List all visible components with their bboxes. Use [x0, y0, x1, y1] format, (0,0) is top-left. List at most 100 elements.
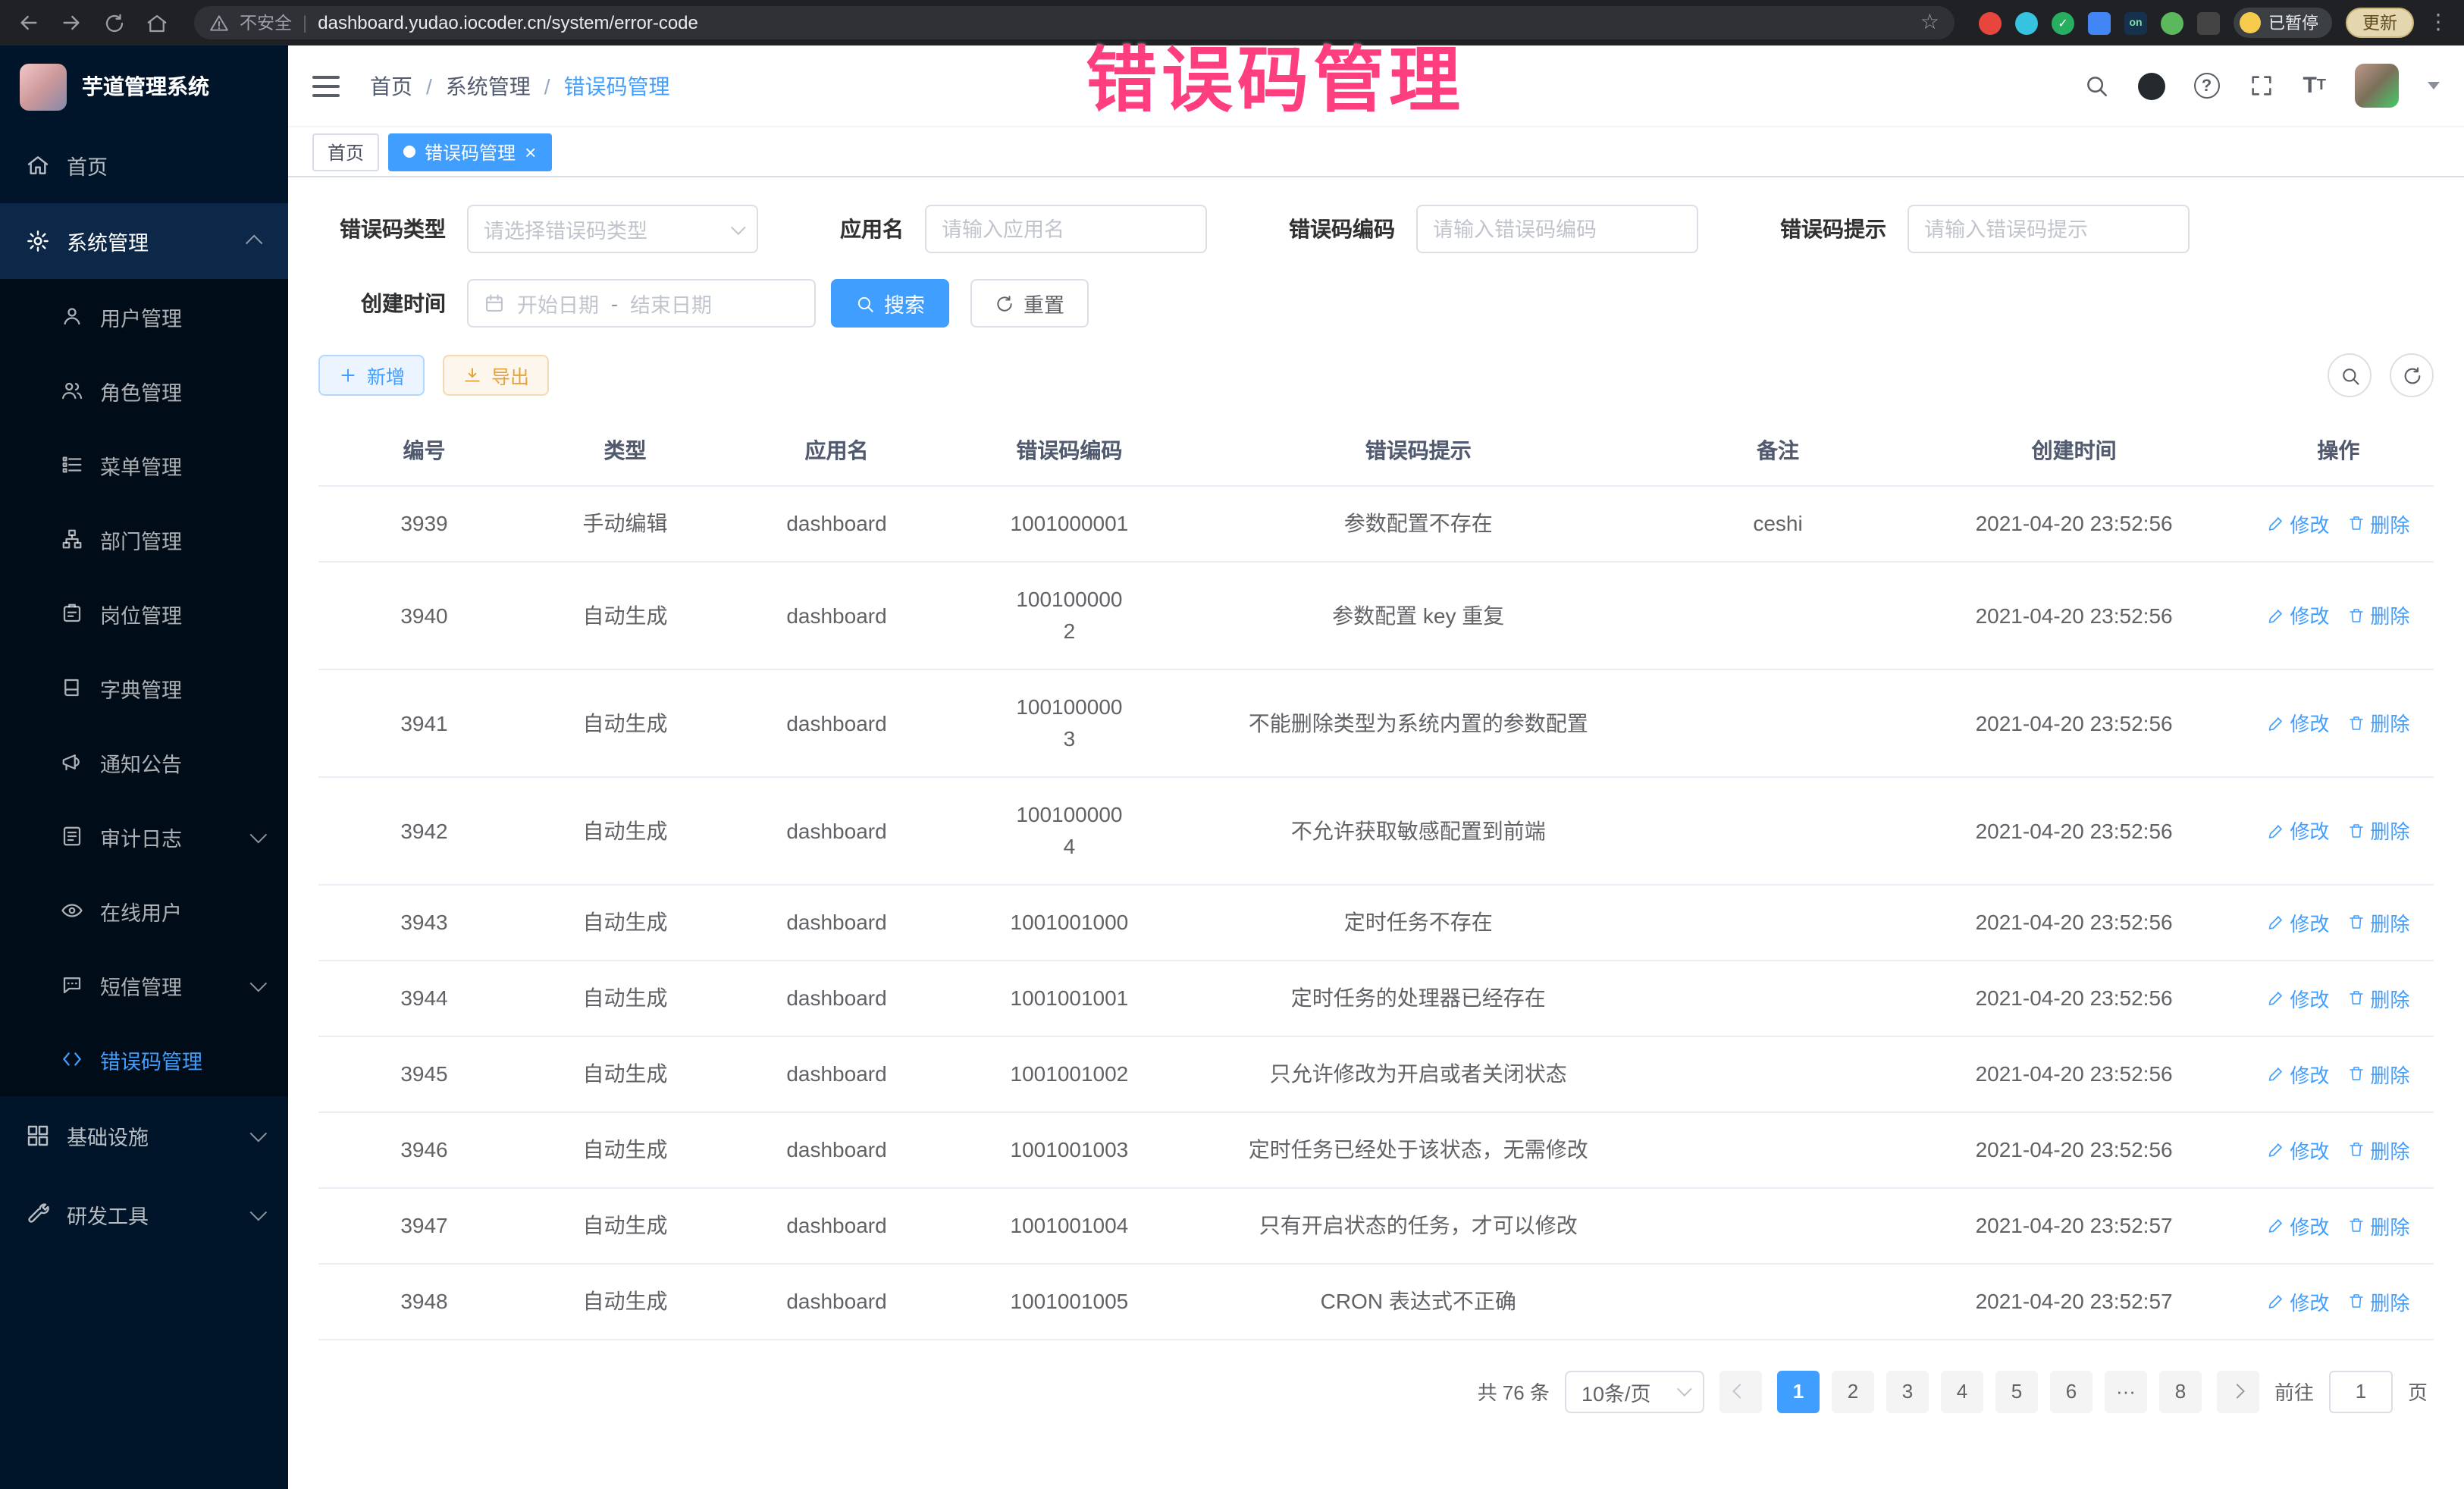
page-button[interactable]: 1: [1777, 1370, 1820, 1412]
delete-button[interactable]: 删除: [2347, 908, 2409, 936]
bookmark-star-icon[interactable]: [1920, 9, 1939, 36]
edit-button[interactable]: 修改: [2267, 509, 2329, 538]
edit-button[interactable]: 修改: [2267, 908, 2329, 936]
sidebar-item-home[interactable]: 首页: [0, 127, 288, 203]
delete-button[interactable]: 删除: [2347, 600, 2409, 629]
edit-button[interactable]: 修改: [2267, 1287, 2329, 1315]
page-button[interactable]: 4: [1941, 1370, 1983, 1412]
sidebar-item-menus[interactable]: 菜单管理: [0, 428, 288, 502]
column-header: 应用名: [720, 415, 953, 485]
sidebar-item-dictionaries[interactable]: 字典管理: [0, 650, 288, 725]
menu-list-icon: [61, 453, 83, 476]
error-hint-input[interactable]: [1924, 218, 2173, 240]
cell-remark: [1651, 1187, 1905, 1263]
page-button[interactable]: 8: [2159, 1370, 2202, 1412]
home-icon[interactable]: [143, 9, 170, 36]
delete-button[interactable]: 删除: [2347, 816, 2409, 845]
collapse-sidebar-icon[interactable]: [312, 75, 340, 96]
sidebar-item-infrastructure[interactable]: 基础设施: [0, 1096, 288, 1175]
edit-button[interactable]: 修改: [2267, 708, 2329, 737]
extension-icon-teal[interactable]: [2015, 11, 2038, 34]
delete-button[interactable]: 删除: [2347, 708, 2409, 737]
refresh-table-button[interactable]: [2390, 353, 2434, 397]
add-button[interactable]: 新增: [318, 355, 425, 396]
edit-button[interactable]: 修改: [2267, 1135, 2329, 1164]
edit-button[interactable]: 修改: [2267, 600, 2329, 629]
page-ellipsis[interactable]: ···: [2105, 1370, 2147, 1412]
end-date-placeholder[interactable]: 结束日期: [630, 288, 712, 318]
browser-update-button[interactable]: 更新: [2346, 8, 2414, 38]
page-size-select[interactable]: 10条/页: [1565, 1370, 1704, 1412]
chevron-down-icon: [250, 826, 268, 843]
edit-button[interactable]: 修改: [2267, 1211, 2329, 1240]
security-label[interactable]: 不安全: [240, 11, 292, 35]
table-row: 3945 自动生成 dashboard 1001001002 只允许修改为开启或…: [318, 1036, 2434, 1111]
sidebar-item-users[interactable]: 用户管理: [0, 279, 288, 353]
refresh-icon: [995, 293, 1014, 313]
export-button[interactable]: 导出: [443, 355, 549, 396]
sidebar-item-departments[interactable]: 部门管理: [0, 502, 288, 576]
delete-button[interactable]: 删除: [2347, 509, 2409, 538]
user-avatar[interactable]: [2355, 64, 2399, 108]
error-code-input[interactable]: [1433, 218, 1682, 240]
tab-error-codes[interactable]: 错误码管理: [388, 133, 551, 171]
reset-button[interactable]: 重置: [970, 279, 1089, 328]
edit-button[interactable]: 修改: [2267, 816, 2329, 845]
date-range-picker[interactable]: 开始日期 - 结束日期: [467, 279, 816, 328]
edit-button[interactable]: 修改: [2267, 1059, 2329, 1088]
back-icon[interactable]: [15, 9, 42, 36]
sidebar-item-error-codes[interactable]: 错误码管理: [0, 1022, 288, 1096]
prev-page-button[interactable]: [1719, 1370, 1762, 1412]
help-icon[interactable]: [2193, 73, 2219, 99]
sidebar-item-audit-log[interactable]: 审计日志: [0, 799, 288, 873]
table-row: 3944 自动生成 dashboard 1001001001 定时任务的处理器已…: [318, 960, 2434, 1036]
search-icon[interactable]: [2083, 73, 2108, 99]
github-icon[interactable]: [2137, 72, 2165, 99]
breadcrumb-system[interactable]: 系统管理: [446, 71, 531, 101]
delete-button[interactable]: 删除: [2347, 1059, 2409, 1088]
delete-button[interactable]: 删除: [2347, 1287, 2409, 1315]
extension-icon-red[interactable]: [1979, 11, 2002, 34]
toggle-search-button[interactable]: [2328, 353, 2372, 397]
next-page-button[interactable]: [2217, 1370, 2259, 1412]
goto-page-input[interactable]: [2329, 1370, 2393, 1412]
fullscreen-icon[interactable]: [2248, 73, 2274, 99]
error-type-select[interactable]: 请选择错误码类型: [467, 205, 758, 253]
sidebar-item-notices[interactable]: 通知公告: [0, 725, 288, 799]
sidebar-item-roles[interactable]: 角色管理: [0, 353, 288, 428]
extension-icon-on-badge[interactable]: on: [2124, 11, 2147, 34]
search-button[interactable]: 搜索: [831, 279, 949, 328]
extensions-puzzle-icon[interactable]: [2197, 11, 2220, 34]
start-date-placeholder[interactable]: 开始日期: [517, 288, 599, 318]
extension-icon-blue-grid[interactable]: [2088, 11, 2111, 34]
font-size-icon[interactable]: [2303, 73, 2326, 99]
profile-paused-badge[interactable]: 已暂停: [2234, 8, 2332, 38]
avatar-caret-icon[interactable]: [2428, 82, 2440, 89]
extension-icon-leaf[interactable]: [2161, 11, 2183, 34]
page-button[interactable]: 2: [1832, 1370, 1874, 1412]
sidebar-item-system[interactable]: 系统管理: [0, 203, 288, 279]
url-text[interactable]: dashboard.yudao.iocoder.cn/system/error-…: [318, 12, 1910, 33]
edit-button[interactable]: 修改: [2267, 983, 2329, 1012]
forward-icon[interactable]: [58, 9, 85, 36]
sidebar-logo[interactable]: 芋道管理系统: [0, 45, 288, 127]
delete-button[interactable]: 删除: [2347, 983, 2409, 1012]
sidebar-item-dev-tools[interactable]: 研发工具: [0, 1175, 288, 1254]
sidebar-item-online-users[interactable]: 在线用户: [0, 873, 288, 948]
reload-icon[interactable]: [100, 9, 127, 36]
page-button[interactable]: 6: [2050, 1370, 2093, 1412]
app-name-input[interactable]: [942, 218, 1190, 240]
address-bar[interactable]: 不安全 | dashboard.yudao.iocoder.cn/system/…: [194, 6, 1955, 39]
delete-button[interactable]: 删除: [2347, 1211, 2409, 1240]
sidebar-item-sms[interactable]: 短信管理: [0, 948, 288, 1022]
close-tab-icon[interactable]: [525, 140, 536, 163]
cell-app: dashboard: [720, 669, 953, 776]
sidebar-item-positions[interactable]: 岗位管理: [0, 576, 288, 650]
delete-button[interactable]: 删除: [2347, 1135, 2409, 1164]
tab-home[interactable]: 首页: [312, 133, 379, 171]
page-button[interactable]: 3: [1886, 1370, 1929, 1412]
page-button[interactable]: 5: [1995, 1370, 2038, 1412]
breadcrumb-home[interactable]: 首页: [370, 71, 412, 101]
extension-icon-green-check[interactable]: ✓: [2052, 11, 2074, 34]
browser-menu-icon[interactable]: [2428, 9, 2449, 36]
